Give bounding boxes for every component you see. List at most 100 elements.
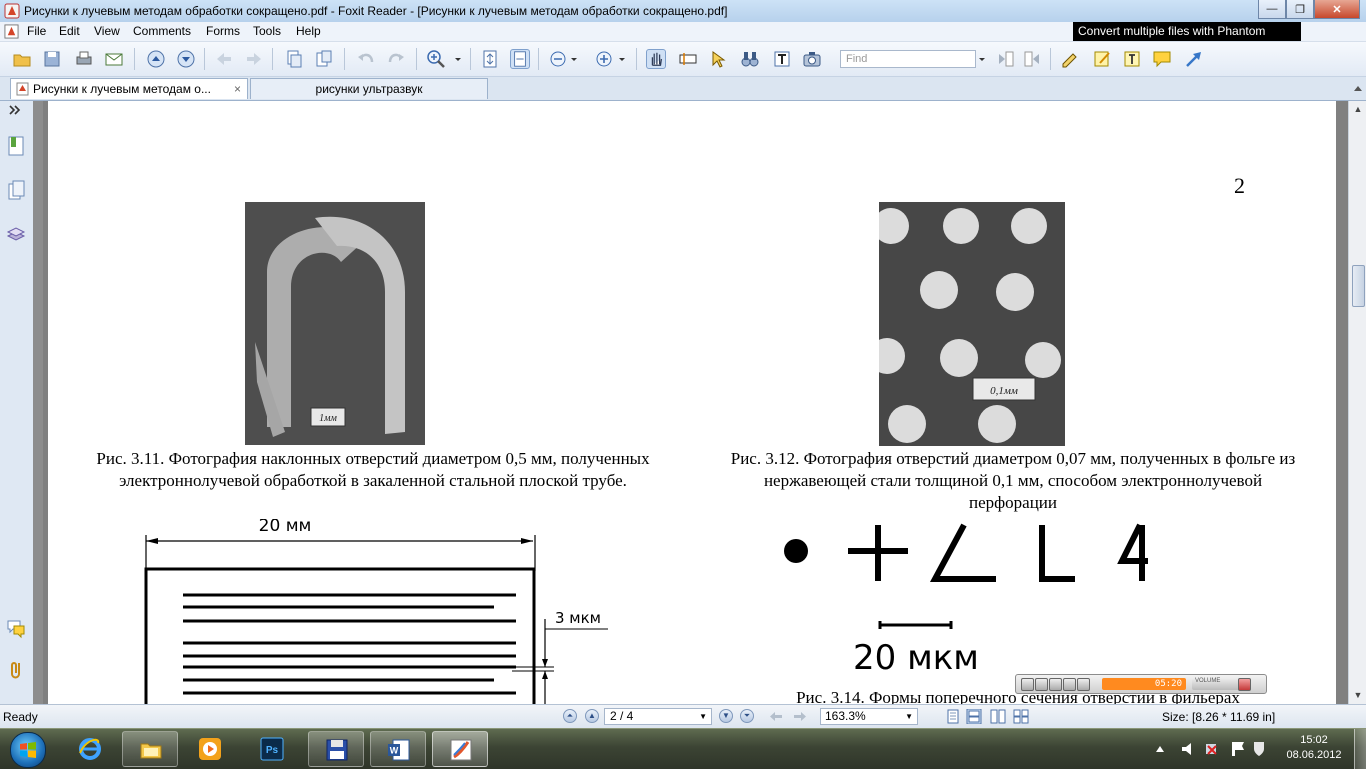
scroll-down-arrow-icon[interactable]: ▼ xyxy=(1352,690,1364,700)
media-player-icon xyxy=(199,738,221,760)
next-page-icon[interactable] xyxy=(176,49,196,69)
save-icon[interactable] xyxy=(42,49,62,69)
zoom-in-circle-icon[interactable] xyxy=(594,49,614,69)
typewriter-icon[interactable] xyxy=(772,49,792,69)
tab-document-inactive[interactable]: рисунки ультразвук xyxy=(250,78,488,99)
zoom-dropdown-chevron-icon[interactable]: ▼ xyxy=(905,709,913,724)
minimize-button[interactable]: — xyxy=(1258,0,1286,19)
previous-page-button[interactable]: ▲ xyxy=(585,709,599,723)
menu-forms[interactable]: Forms xyxy=(206,24,240,38)
tab-document-active[interactable]: Рисунки к лучевым методам о... × xyxy=(10,78,248,99)
continuous-view-icon[interactable] xyxy=(966,709,982,724)
taskbar-foxit-reader[interactable] xyxy=(432,731,488,767)
action-center-flag-icon[interactable] xyxy=(1232,742,1244,756)
volume-icon[interactable] xyxy=(1182,743,1191,755)
taskbar-media-player[interactable] xyxy=(182,731,238,767)
show-hidden-icons-icon[interactable] xyxy=(1156,746,1164,752)
comment-tools-icon[interactable] xyxy=(1060,49,1080,69)
scrollbar-thumb[interactable] xyxy=(1352,265,1365,307)
panel-splitter[interactable] xyxy=(33,101,43,704)
open-folder-icon[interactable] xyxy=(12,49,32,69)
extract-pages-icon[interactable] xyxy=(284,49,304,69)
back-arrow-icon[interactable] xyxy=(214,49,234,69)
taskbar-explorer[interactable] xyxy=(122,731,178,767)
media-pause-button[interactable] xyxy=(1035,678,1048,691)
menu-file[interactable]: File xyxy=(27,24,46,38)
tab-close-icon[interactable]: × xyxy=(234,79,241,99)
go-back-arrow-icon[interactable] xyxy=(768,710,784,723)
scroll-up-arrow-icon[interactable]: ▲ xyxy=(1352,104,1364,114)
zoom-out-dropdown-chevron-icon[interactable] xyxy=(568,49,580,69)
pages-thumbnails-icon[interactable] xyxy=(6,179,26,201)
fit-width-icon[interactable] xyxy=(510,49,530,69)
single-page-view-icon[interactable] xyxy=(946,709,960,724)
menu-help[interactable]: Help xyxy=(296,24,321,38)
select-annotation-arrow-icon[interactable] xyxy=(708,49,728,69)
fit-page-icon[interactable] xyxy=(480,49,500,69)
show-desktop-button[interactable] xyxy=(1354,729,1366,769)
menu-edit[interactable]: Edit xyxy=(59,24,80,38)
comments-panel-icon[interactable] xyxy=(6,617,26,639)
print-icon[interactable] xyxy=(74,49,94,69)
close-button[interactable]: ✕ xyxy=(1314,0,1360,19)
maximize-button[interactable]: ❐ xyxy=(1286,0,1314,19)
zoom-out-circle-icon[interactable] xyxy=(548,49,568,69)
zoom-dropdown-chevron-icon[interactable] xyxy=(452,49,464,69)
find-input[interactable]: Find xyxy=(840,50,976,68)
network-icon[interactable] xyxy=(1206,744,1217,755)
insert-pages-icon[interactable] xyxy=(314,49,334,69)
media-stop-button[interactable] xyxy=(1049,678,1062,691)
last-page-button[interactable]: ⏷ xyxy=(740,709,754,723)
foxit-menu-icon[interactable] xyxy=(4,24,19,39)
next-page-button[interactable]: ▼ xyxy=(719,709,733,723)
textbox-icon[interactable] xyxy=(1122,49,1142,69)
find-previous-icon[interactable] xyxy=(996,49,1016,69)
hand-tool-icon[interactable] xyxy=(646,49,666,69)
taskbar-save-app[interactable] xyxy=(308,731,364,767)
first-page-button[interactable]: ⏶ xyxy=(563,709,577,723)
callout-icon[interactable] xyxy=(1152,49,1172,69)
taskbar-internet-explorer[interactable] xyxy=(62,731,118,767)
redo-icon[interactable] xyxy=(386,49,406,69)
go-forward-arrow-icon[interactable] xyxy=(792,710,808,723)
phantom-promo-banner[interactable]: Convert multiple files with Phantom xyxy=(1073,22,1301,41)
snapshot-camera-icon[interactable] xyxy=(802,49,822,69)
media-close-button[interactable] xyxy=(1238,678,1251,691)
find-binoculars-icon[interactable] xyxy=(740,49,760,69)
start-button[interactable] xyxy=(10,732,46,768)
layers-icon[interactable] xyxy=(6,223,26,245)
continuous-facing-view-icon[interactable] xyxy=(1013,709,1029,724)
select-text-icon[interactable] xyxy=(678,49,698,69)
document-view[interactable]: 2 1мм Рис. 3.11. Фотография наклонных от… xyxy=(43,101,1348,704)
menu-view[interactable]: View xyxy=(94,24,120,38)
expand-panel-chevrons-icon[interactable] xyxy=(6,105,26,115)
arrow-tool-icon[interactable] xyxy=(1184,49,1204,69)
tab-scroll-up-icon[interactable] xyxy=(1352,83,1364,95)
find-dropdown-chevron-icon[interactable] xyxy=(976,49,988,69)
undo-icon[interactable] xyxy=(356,49,376,69)
foxit-app-icon xyxy=(4,3,20,19)
media-next-button[interactable] xyxy=(1077,678,1090,691)
taskbar-word[interactable]: W xyxy=(370,731,426,767)
forward-arrow-icon[interactable] xyxy=(244,49,264,69)
note-pencil-icon[interactable] xyxy=(1092,49,1112,69)
page-dropdown-chevron-icon[interactable]: ▼ xyxy=(699,709,707,724)
bookmarks-icon[interactable] xyxy=(6,135,26,157)
taskbar-photoshop[interactable]: Ps xyxy=(244,731,300,767)
menu-comments[interactable]: Comments xyxy=(133,24,191,38)
find-next-icon[interactable] xyxy=(1022,49,1042,69)
previous-page-icon[interactable] xyxy=(146,49,166,69)
zoom-in-dropdown-chevron-icon[interactable] xyxy=(616,49,628,69)
zoom-in-icon[interactable] xyxy=(426,49,446,69)
zoom-level-field[interactable]: 163.3% ▼ xyxy=(820,708,918,725)
attachments-paperclip-icon[interactable] xyxy=(6,659,26,681)
vertical-scrollbar[interactable]: ▲ ▼ xyxy=(1348,101,1366,704)
facing-view-icon[interactable] xyxy=(990,709,1006,724)
page-number-field[interactable]: 2 / 4 ▼ xyxy=(604,708,712,725)
taskbar-clock[interactable]: 15:02 08.06.2012 xyxy=(1278,733,1350,763)
update-shield-icon[interactable] xyxy=(1254,742,1264,756)
email-icon[interactable] xyxy=(104,49,124,69)
media-play-button[interactable] xyxy=(1063,678,1076,691)
menu-tools[interactable]: Tools xyxy=(253,24,281,38)
media-prev-button[interactable] xyxy=(1021,678,1034,691)
